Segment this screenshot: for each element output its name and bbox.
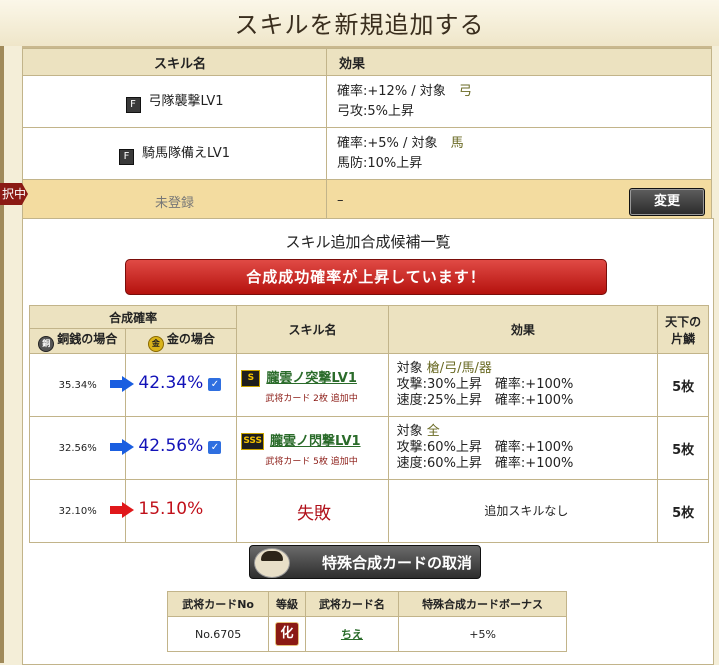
candidate-panel: スキル追加合成候補一覧 合成成功確率が上昇しています！ 合成確率 スキル名 効果…: [22, 218, 714, 665]
skill-effect-rate: 確率:+5% / 対象: [337, 135, 438, 151]
header-gold: 金の場合: [166, 332, 215, 346]
unregistered-label: 未登録: [22, 179, 327, 223]
header-skill: スキル名: [236, 305, 389, 354]
table-row: No.6705 化 ちえ +5%: [166, 616, 567, 652]
effect-attack: 攻撃:30%上昇 確率:+100%: [396, 377, 574, 392]
table-row: 32.10% 15.10% 失敗 追加スキルなし 5枚: [28, 479, 709, 543]
header-count: 天下の片鱗: [657, 305, 709, 354]
table-row: 32.56% 42.56% ✓ SSS 朧雲ノ閃撃LV1 武将カード 5枚 追加中…: [28, 416, 709, 480]
gold-rate: 42.56%: [138, 436, 204, 456]
fragment-count: 5枚: [657, 416, 709, 480]
skill-name: 弓隊襲撃LV1: [148, 94, 224, 109]
candidate-table: 合成確率 スキル名 効果 天下の片鱗 銅銅銭の場合 金金の場合 35.34% 4…: [28, 305, 709, 543]
table-row: 35.34% 42.34% ✓ S 朧雲ノ突撃LV1 武将カード 2枚 追加中 対…: [28, 353, 709, 417]
header-card-no: 武将カードNo: [166, 591, 270, 617]
fragment-count: 5枚: [657, 479, 709, 543]
table-row: F 騎馬隊備えLV1 確率:+5% / 対象 馬馬防:10%上昇: [22, 127, 712, 180]
effect-target-label: 対象: [396, 424, 427, 439]
header-rate: 合成確率: [28, 305, 238, 329]
effect-target: 槍/弓/馬/器: [426, 361, 492, 376]
header-skill-name: スキル名: [22, 48, 327, 76]
candidate-heading: スキル追加合成候補一覧: [285, 233, 451, 251]
header-effect: 効果: [326, 48, 712, 76]
gold-rate: 42.34%: [138, 373, 204, 393]
select-checkbox[interactable]: ✓: [208, 441, 222, 454]
blue-arrow-icon: [110, 376, 135, 392]
card-number: No.6705: [166, 616, 270, 652]
fragment-count: 5枚: [657, 353, 709, 417]
blue-arrow-icon: [110, 439, 135, 455]
header-bonus: 特殊合成カードボーナス: [398, 591, 567, 617]
skill-target: 馬: [450, 135, 464, 151]
skill-rank-badge: SSS: [241, 432, 264, 450]
card-name-link[interactable]: ちえ: [341, 628, 363, 641]
gold-coin-icon: 金: [147, 336, 164, 352]
skill-effect-detail: 馬防:10%上昇: [337, 155, 423, 171]
skill-grade-badge: F: [125, 97, 141, 113]
fail-rate: 15.10%: [138, 499, 204, 519]
fail-label: 失敗: [236, 479, 389, 543]
skill-sub-note: 武将カード 5枚 追加中: [265, 456, 358, 467]
table-row: F 弓隊襲撃LV1 確率:+12% / 対象 弓弓攻:5%上昇: [22, 75, 712, 128]
page-title: スキルを新規追加する: [0, 0, 719, 46]
skill-effect-rate: 確率:+12% / 対象: [337, 83, 446, 99]
skill-rank-badge: S: [241, 369, 261, 387]
no-skill-label: 追加スキルなし: [387, 479, 659, 543]
change-button[interactable]: 変更: [629, 188, 705, 216]
grade-badge: 化: [274, 622, 299, 646]
copper-coin-icon: 銅: [38, 336, 55, 352]
skill-name: 騎馬隊備えLV1: [142, 146, 230, 161]
character-face-icon: [254, 548, 290, 578]
skill-effect-detail: 弓攻:5%上昇: [337, 103, 415, 119]
effect-attack: 攻撃:60%上昇 確率:+100%: [396, 440, 574, 455]
header-copper: 銅銭の場合: [57, 332, 118, 346]
unregistered-row[interactable]: 未登録 –: [22, 179, 712, 223]
current-skills-table: スキル名 効果 F 弓隊襲撃LV1 確率:+12% / 対象 弓弓攻:5%上昇 F…: [22, 48, 712, 223]
skill-link[interactable]: 朧雲ノ突撃LV1: [266, 371, 357, 386]
select-checkbox[interactable]: ✓: [208, 378, 222, 391]
skill-sub-note: 武将カード 2枚 追加中: [265, 393, 358, 404]
skill-target: 弓: [458, 83, 472, 99]
header-effect: 効果: [387, 305, 659, 354]
effect-speed: 速度:60%上昇 確率:+100%: [396, 456, 574, 471]
header-grade: 等級: [268, 591, 306, 617]
effect-target-label: 対象: [396, 361, 427, 376]
special-card-table: 武将カードNo 等級 武将カード名 特殊合成カードボーナス No.6705 化 …: [166, 591, 567, 652]
effect-target: 全: [426, 424, 440, 439]
red-arrow-icon: [110, 502, 135, 518]
page-left-edge: [0, 0, 4, 663]
effect-speed: 速度:25%上昇 確率:+100%: [396, 393, 574, 408]
success-rate-banner: 合成成功確率が上昇しています！: [125, 259, 607, 295]
cancel-special-card-button[interactable]: 特殊合成カードの取消: [249, 545, 481, 579]
skill-grade-badge: F: [119, 149, 134, 165]
header-card-name: 武将カード名: [304, 591, 400, 617]
card-bonus: +5%: [398, 616, 567, 652]
skill-link[interactable]: 朧雲ノ閃撃LV1: [270, 434, 361, 449]
